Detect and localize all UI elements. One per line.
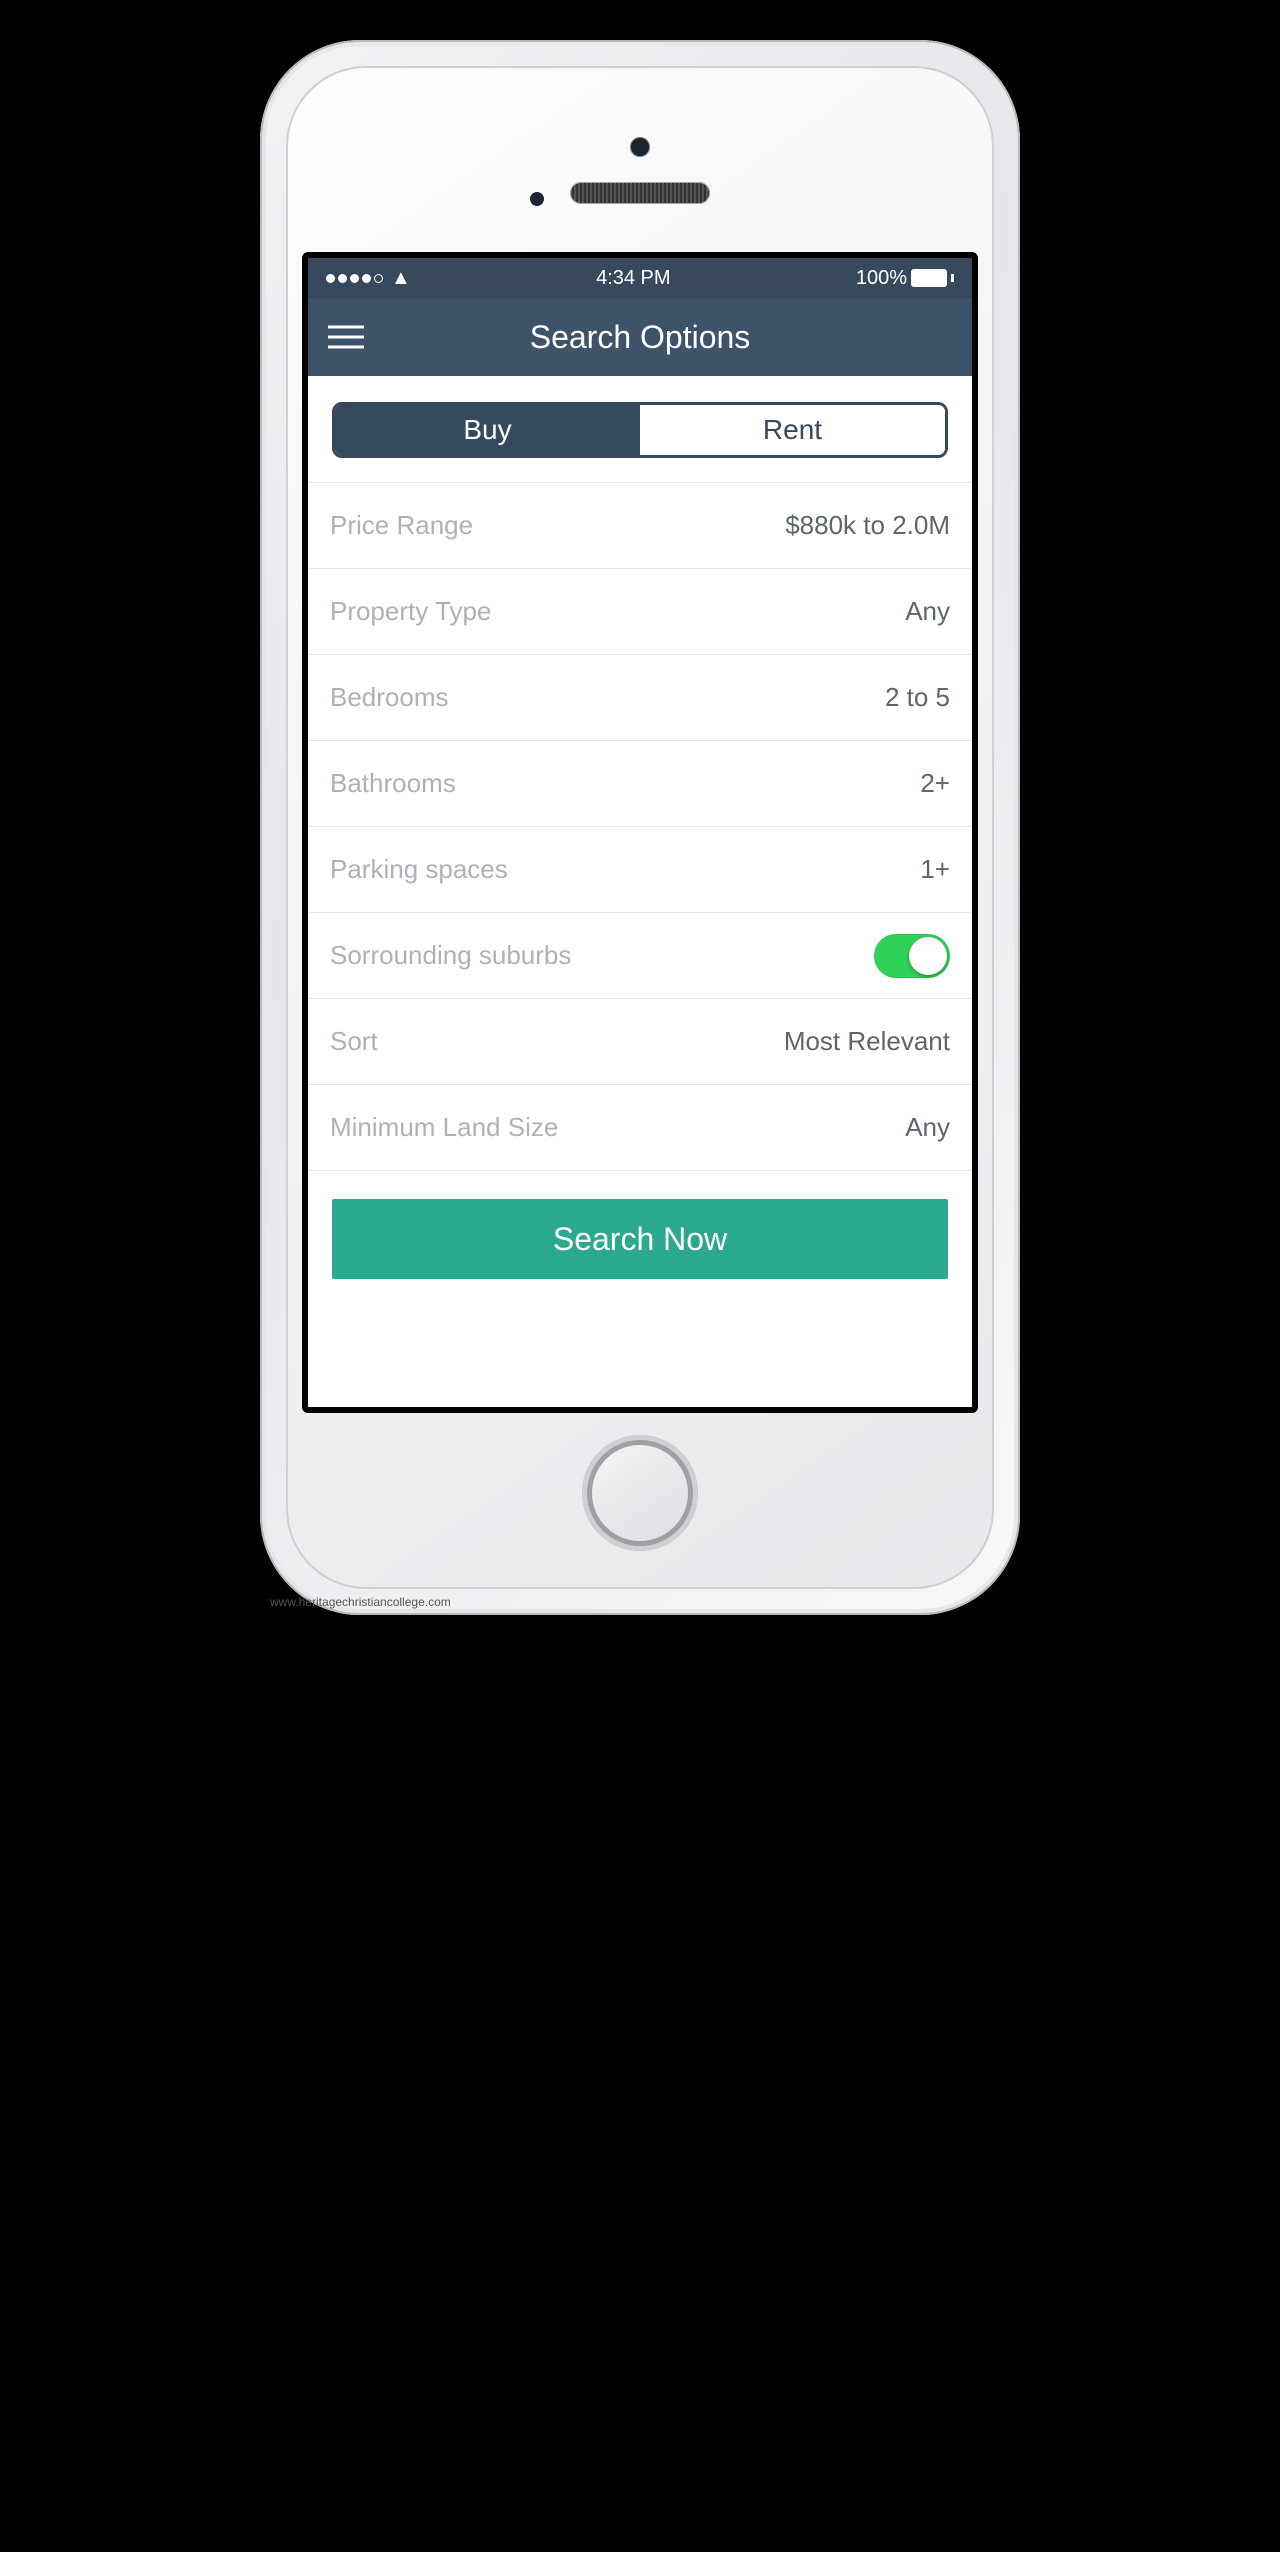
status-bar: ▲ 4:34 PM 100% (308, 258, 972, 298)
toggle-knob (909, 937, 947, 975)
row-label: Sorrounding suburbs (330, 940, 571, 971)
camera-icon (630, 137, 650, 157)
mode-segment: Buy Rent (332, 402, 948, 458)
row-value: Most Relevant (784, 1026, 950, 1057)
cta-wrap: Search Now (308, 1171, 972, 1307)
row-surrounding-suburbs[interactable]: Sorrounding suburbs (308, 913, 972, 999)
row-value: 2+ (920, 768, 950, 799)
row-label: Minimum Land Size (330, 1112, 558, 1143)
row-label: Price Range (330, 510, 473, 541)
wifi-icon: ▲ (391, 268, 411, 288)
status-time: 4:34 PM (596, 267, 670, 290)
segment-wrap: Buy Rent (308, 376, 972, 483)
home-button-icon[interactable] (582, 1435, 698, 1551)
content: Buy Rent Price Range $880k to 2.0M Prope… (308, 376, 972, 1407)
row-value: 1+ (920, 854, 950, 885)
row-bathrooms[interactable]: Bathrooms 2+ (308, 741, 972, 827)
screen: ▲ 4:34 PM 100% Search Options Buy (302, 252, 978, 1413)
row-label: Sort (330, 1026, 378, 1057)
phone-inner-frame: ▲ 4:34 PM 100% Search Options Buy (286, 66, 994, 1589)
row-sort[interactable]: Sort Most Relevant (308, 999, 972, 1085)
speaker-icon (570, 182, 710, 204)
row-value: Any (905, 1112, 950, 1143)
row-value: 2 to 5 (885, 682, 950, 713)
sensor-icon (530, 192, 544, 206)
row-value: $880k to 2.0M (785, 510, 950, 541)
phone-bottom-hardware (302, 1413, 978, 1573)
segment-buy[interactable]: Buy (335, 405, 640, 455)
phone-top-hardware (302, 82, 978, 252)
row-bedrooms[interactable]: Bedrooms 2 to 5 (308, 655, 972, 741)
phone-frame: ▲ 4:34 PM 100% Search Options Buy (260, 40, 1020, 1615)
menu-icon[interactable] (328, 319, 364, 356)
battery-indicator: 100% (856, 267, 954, 290)
row-label: Bathrooms (330, 768, 456, 799)
watermark: www.heritagechristiancollege.com (270, 1595, 451, 1609)
battery-icon (911, 269, 947, 287)
search-button[interactable]: Search Now (332, 1199, 948, 1279)
row-property-type[interactable]: Property Type Any (308, 569, 972, 655)
suburbs-toggle[interactable] (874, 934, 950, 978)
row-parking[interactable]: Parking spaces 1+ (308, 827, 972, 913)
row-label: Bedrooms (330, 682, 449, 713)
nav-bar: Search Options (308, 298, 972, 376)
row-value: Any (905, 596, 950, 627)
battery-percent: 100% (856, 267, 907, 290)
page-title: Search Options (530, 319, 751, 356)
row-price-range[interactable]: Price Range $880k to 2.0M (308, 483, 972, 569)
row-label: Parking spaces (330, 854, 508, 885)
row-label: Property Type (330, 596, 491, 627)
row-min-land-size[interactable]: Minimum Land Size Any (308, 1085, 972, 1171)
segment-rent[interactable]: Rent (640, 405, 945, 455)
signal-icon (326, 274, 383, 283)
